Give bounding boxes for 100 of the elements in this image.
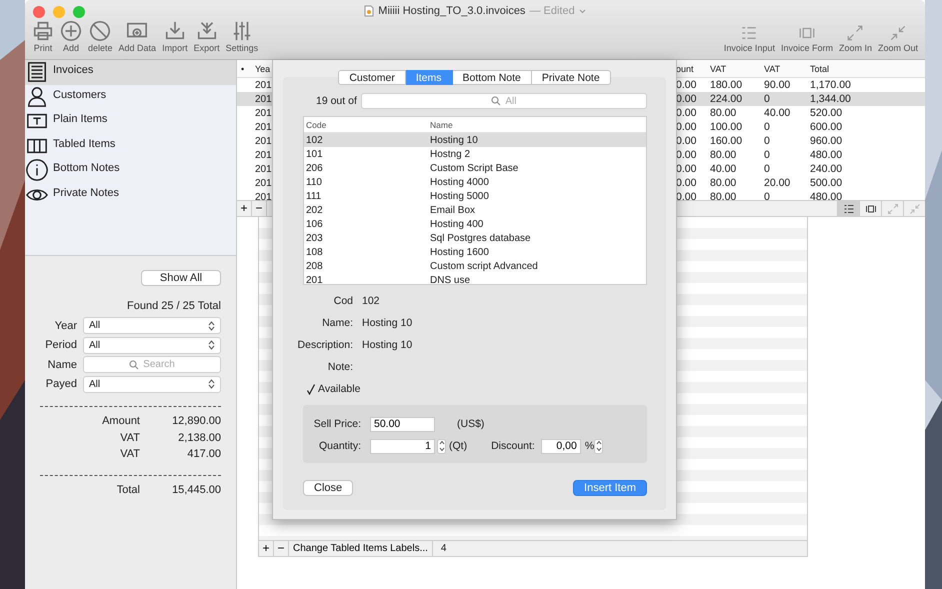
column-header[interactable]: VAT xyxy=(760,64,806,74)
field-label: Discount: xyxy=(491,440,535,452)
sidebar-item[interactable]: Tabled Items xyxy=(25,134,236,158)
sidebar-item[interactable]: Plain Items xyxy=(25,109,236,134)
column-header[interactable]: Code xyxy=(304,120,426,130)
table-cell-text: 40.00 xyxy=(709,163,738,175)
tab[interactable]: Private Note xyxy=(532,70,611,85)
list-icon xyxy=(842,202,854,214)
filter-select[interactable]: All xyxy=(83,317,221,334)
table-cell-text: 0.00 xyxy=(675,107,698,119)
table-cell-text: 160.00 xyxy=(709,135,744,147)
sidebar-item[interactable]: Bottom Notes xyxy=(25,158,236,182)
item-row[interactable]: 111 Hosting 5000 xyxy=(304,189,646,203)
table-cell-text: 500.00 xyxy=(809,177,844,189)
result-count: 19 out of xyxy=(316,95,357,107)
collapse-icon xyxy=(908,202,920,214)
item-row[interactable]: 106 Hosting 400 xyxy=(304,217,646,231)
toolbar-button[interactable]: Invoice Input xyxy=(720,19,778,53)
invoice-icon xyxy=(26,61,48,83)
sidebar-item[interactable]: Invoices xyxy=(25,60,236,84)
tab[interactable]: Customer xyxy=(338,70,406,85)
item-row[interactable]: 208 Custom script Advanced xyxy=(304,259,646,273)
table-cell-text: 960.00 xyxy=(809,135,844,147)
column-header[interactable]: Yea xyxy=(254,64,270,74)
toolbar-button[interactable]: delete xyxy=(85,19,116,53)
stepper[interactable] xyxy=(594,438,604,454)
filter-select[interactable]: All xyxy=(83,376,221,393)
info-icon xyxy=(26,159,48,181)
stepper-arrows-icon xyxy=(208,340,215,350)
item-row[interactable]: 101 Hostng 2 xyxy=(304,147,646,161)
filter-select[interactable]: All xyxy=(83,336,221,354)
table-cell-text: 0 xyxy=(763,121,771,133)
item-row[interactable]: 203 Sql Postgres database xyxy=(304,231,646,245)
table-cell-text: 600.00 xyxy=(809,121,844,133)
total-value: 2,138.00 xyxy=(177,432,221,444)
stepper[interactable] xyxy=(437,438,446,454)
toolbar-button[interactable]: Zoom Out xyxy=(874,19,921,53)
table-cell-text: 0.00 xyxy=(675,121,698,133)
window-title: Miiiii Hosting_TO_3.0.invoices xyxy=(378,5,526,17)
close-button[interactable]: Close xyxy=(303,480,354,496)
item-row[interactable]: 201 DNS use xyxy=(304,273,646,284)
close-button[interactable] xyxy=(33,6,45,18)
person-icon xyxy=(26,86,48,108)
item-row[interactable]: 110 Hosting 4000 xyxy=(304,175,646,189)
table-cell-text: 206 xyxy=(305,162,324,174)
sidebar-item[interactable]: Private Notes xyxy=(25,182,236,207)
quantity-field[interactable]: 1 xyxy=(370,438,435,454)
tray-arrow-icon xyxy=(164,20,186,42)
sort-indicator: • xyxy=(240,64,246,74)
toolbar-button[interactable]: Import xyxy=(159,19,191,53)
sidebar-item[interactable]: Customers xyxy=(25,84,236,109)
toolbar-button[interactable]: Add Data xyxy=(116,19,160,53)
toolbar-button[interactable]: Settings xyxy=(222,19,262,53)
caret-icon xyxy=(578,8,586,14)
item-row[interactable]: 108 Hosting 1600 xyxy=(304,245,646,259)
filter-label: Period xyxy=(44,339,77,352)
stepper-arrows-icon xyxy=(208,379,215,390)
table-cell-text: Email Box xyxy=(429,204,476,216)
view-button[interactable] xyxy=(837,201,859,216)
toolbar-button[interactable]: Zoom In xyxy=(836,19,875,53)
item-row[interactable]: 102 Hosting 10 xyxy=(304,133,646,147)
table-cell-text: 0.00 xyxy=(675,163,698,175)
table-cell-text: 480.00 xyxy=(809,191,844,200)
tab[interactable]: Bottom Note xyxy=(452,70,532,85)
field-value: Hosting 10 xyxy=(362,339,412,351)
search-icon xyxy=(129,360,140,370)
discount-field[interactable]: 0,00 xyxy=(540,438,581,454)
table-cell-text: 0 xyxy=(763,135,771,147)
column-header[interactable]: Name xyxy=(426,120,646,130)
table-cell-text: 0.00 xyxy=(675,135,698,147)
item-row[interactable]: 206 Custom Script Base xyxy=(304,161,646,175)
table-cell-text: 20.00 xyxy=(763,177,792,189)
table-cell-text: 0 xyxy=(763,149,771,161)
show-all-button[interactable]: Show All xyxy=(141,270,221,286)
table-cell-text: 111 xyxy=(305,190,322,202)
item-row[interactable]: 202 Email Box xyxy=(304,203,646,217)
field-value: 102 xyxy=(362,295,380,307)
list-icon xyxy=(740,24,758,42)
zoom-button[interactable] xyxy=(73,6,85,18)
table-cell-text: 224.00 xyxy=(709,93,744,105)
filter-label: Name xyxy=(46,358,77,371)
table-cell-text: 108 xyxy=(305,246,324,258)
toolbar-button[interactable]: Print xyxy=(29,19,57,53)
table-cell-text: 208 xyxy=(305,260,324,272)
column-header[interactable]: VAT xyxy=(706,64,760,74)
toolbar-button[interactable]: Export xyxy=(190,19,223,53)
column-header[interactable]: Total xyxy=(806,64,925,74)
minimize-button[interactable] xyxy=(53,6,65,18)
table-cell-text: 102 xyxy=(305,134,324,146)
table-cell-text: 40.00 xyxy=(763,107,792,119)
total-label: Total xyxy=(116,484,140,496)
toolbar-button[interactable]: Add xyxy=(57,19,85,53)
tray-arrow-icon xyxy=(196,20,218,42)
toolbar-button[interactable]: Invoice Form xyxy=(778,19,836,53)
price-field[interactable]: 50.00 xyxy=(370,416,435,432)
filter-label: Payed xyxy=(44,378,77,390)
table-cell-text: Custom Script Base xyxy=(429,162,520,174)
table-cell-text: 80.00 xyxy=(709,107,738,119)
table-cell-text: 0 xyxy=(763,93,771,105)
total-label: Amount xyxy=(101,415,140,428)
